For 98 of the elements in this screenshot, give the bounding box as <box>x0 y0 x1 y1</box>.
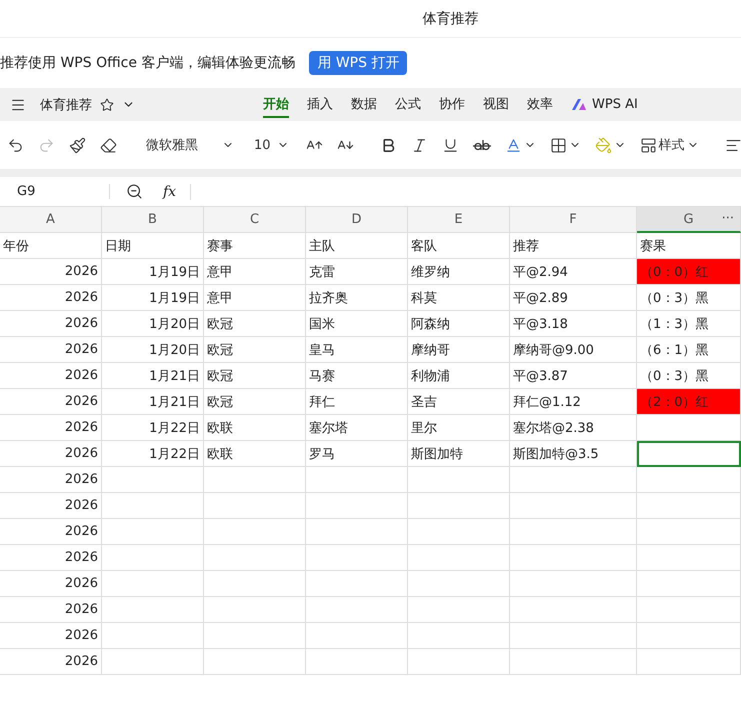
column-header[interactable]: A <box>0 207 102 233</box>
table-cell: （6：1）黑 <box>637 337 741 363</box>
function-label[interactable]: fx <box>153 184 192 200</box>
styles-button[interactable]: 样式 <box>634 133 704 157</box>
table-cell: 2026 <box>0 493 102 519</box>
table-cell: 1月20日 <box>102 337 204 363</box>
table-cell: 2026 <box>0 415 102 441</box>
more-icon[interactable]: ··· <box>722 211 734 226</box>
table-cell: 年份 <box>0 233 102 259</box>
table-cell: 欧冠 <box>204 363 306 389</box>
table-cell: 摩纳哥@9.00 <box>510 337 637 363</box>
ribbon-tab[interactable]: 插入 <box>307 91 333 118</box>
table-cell: 2026 <box>0 571 102 597</box>
table-cell: 欧冠 <box>204 337 306 363</box>
table-cell: 阿森纳 <box>408 311 510 337</box>
table-cell: 平@3.87 <box>510 363 637 389</box>
ribbon-tab[interactable]: 效率 <box>527 91 553 118</box>
table-cell: 意甲 <box>204 285 306 311</box>
table-cell: 1月21日 <box>102 389 204 415</box>
table-cell: 2026 <box>0 545 102 571</box>
table-cell: 利物浦 <box>408 363 510 389</box>
table-cell: 塞尔塔 <box>306 415 408 441</box>
table-cell: 2026 <box>0 467 102 493</box>
table-cell: （1：3）黑 <box>637 311 741 337</box>
ribbon-tab[interactable]: 视图 <box>483 91 509 118</box>
ribbon-tab[interactable]: 协作 <box>439 91 465 118</box>
table-cell: 平@2.89 <box>510 285 637 311</box>
table-cell: 2026 <box>0 441 102 467</box>
styles-icon <box>640 136 657 154</box>
table-cell: 2026 <box>0 519 102 545</box>
table-cell: 2026 <box>0 259 102 285</box>
cell-reference[interactable]: G9 <box>0 184 110 199</box>
column-header[interactable]: G ··· <box>637 207 741 233</box>
table-cell: 斯图加特 <box>408 441 510 467</box>
table-cell: 拜仁@1.12 <box>510 389 637 415</box>
column-header[interactable]: B <box>102 207 204 233</box>
table-cell: 2026 <box>0 311 102 337</box>
table-cell: 皇马 <box>306 337 408 363</box>
table-cell: （2：0）红 <box>637 389 741 415</box>
font-dropdown[interactable]: 微软雅黑 <box>138 133 242 157</box>
table-cell: 国米 <box>306 311 408 337</box>
document-name: 体育推荐 <box>40 96 92 114</box>
table-cell: 拜仁 <box>306 389 408 415</box>
ribbon-tab[interactable]: WPS AI <box>571 92 638 116</box>
table-cell: 1月22日 <box>102 441 204 467</box>
column-header[interactable]: C <box>204 207 306 233</box>
table-cell: 拉齐奥 <box>306 285 408 311</box>
table-cell: 罗马 <box>306 441 408 467</box>
table-cell: 维罗纳 <box>408 259 510 285</box>
table-cell: 主队 <box>306 233 408 259</box>
table-cell: 日期 <box>102 233 204 259</box>
ai-logo-icon <box>571 98 587 110</box>
banner-text: 推荐使用 WPS Office 客户端，编辑体验更流畅 <box>0 54 296 72</box>
table-cell: 赛事 <box>204 233 306 259</box>
table-cell: （0：0）红 <box>637 259 741 285</box>
star-icon[interactable] <box>100 98 114 112</box>
table-cell: 平@3.18 <box>510 311 637 337</box>
table-cell: 推荐 <box>510 233 637 259</box>
table-cell: 赛果 <box>637 233 741 259</box>
table-cell: 2026 <box>0 363 102 389</box>
table-cell: 斯图加特@3.5 <box>510 441 637 467</box>
column-header[interactable]: D <box>306 207 408 233</box>
ribbon-tab[interactable]: 公式 <box>395 91 421 118</box>
table-cell: 2026 <box>0 389 102 415</box>
table-cell: 欧联 <box>204 415 306 441</box>
table-cell: 科莫 <box>408 285 510 311</box>
ribbon-tab[interactable]: 数据 <box>351 91 377 118</box>
table-cell: 1月19日 <box>102 259 204 285</box>
zoom-out-icon[interactable] <box>126 183 143 200</box>
table-cell: （0：3）黑 <box>637 285 741 311</box>
table-cell: 里尔 <box>408 415 510 441</box>
table-cell: 1月22日 <box>102 415 204 441</box>
table-cell: 马赛 <box>306 363 408 389</box>
column-header[interactable]: E <box>408 207 510 233</box>
open-in-wps-button[interactable]: 用 WPS 打开 <box>309 51 408 75</box>
table-cell: 1月19日 <box>102 285 204 311</box>
table-cell: 平@2.94 <box>510 259 637 285</box>
table-cell: 欧冠 <box>204 389 306 415</box>
table-cell: （0：3）黑 <box>637 363 741 389</box>
table-cell: 圣吉 <box>408 389 510 415</box>
table-cell: 克雷 <box>306 259 408 285</box>
ribbon-tab[interactable]: 开始 <box>263 91 289 118</box>
table-cell: 意甲 <box>204 259 306 285</box>
table-cell: 1月20日 <box>102 311 204 337</box>
table-cell: 2026 <box>0 285 102 311</box>
table-cell: 2026 <box>0 597 102 623</box>
table-cell: 1月21日 <box>102 363 204 389</box>
table-cell: 2026 <box>0 649 102 675</box>
table-cell: 2026 <box>0 337 102 363</box>
table-cell: 2026 <box>0 623 102 649</box>
table-cell: 欧联 <box>204 441 306 467</box>
font-size-dropdown[interactable]: 10 <box>246 134 297 156</box>
table-cell: 塞尔塔@2.38 <box>510 415 637 441</box>
column-header[interactable]: F <box>510 207 637 233</box>
table-cell: 摩纳哥 <box>408 337 510 363</box>
table-cell: 客队 <box>408 233 510 259</box>
table-cell: 欧冠 <box>204 311 306 337</box>
window-title: 体育推荐 <box>422 10 478 28</box>
